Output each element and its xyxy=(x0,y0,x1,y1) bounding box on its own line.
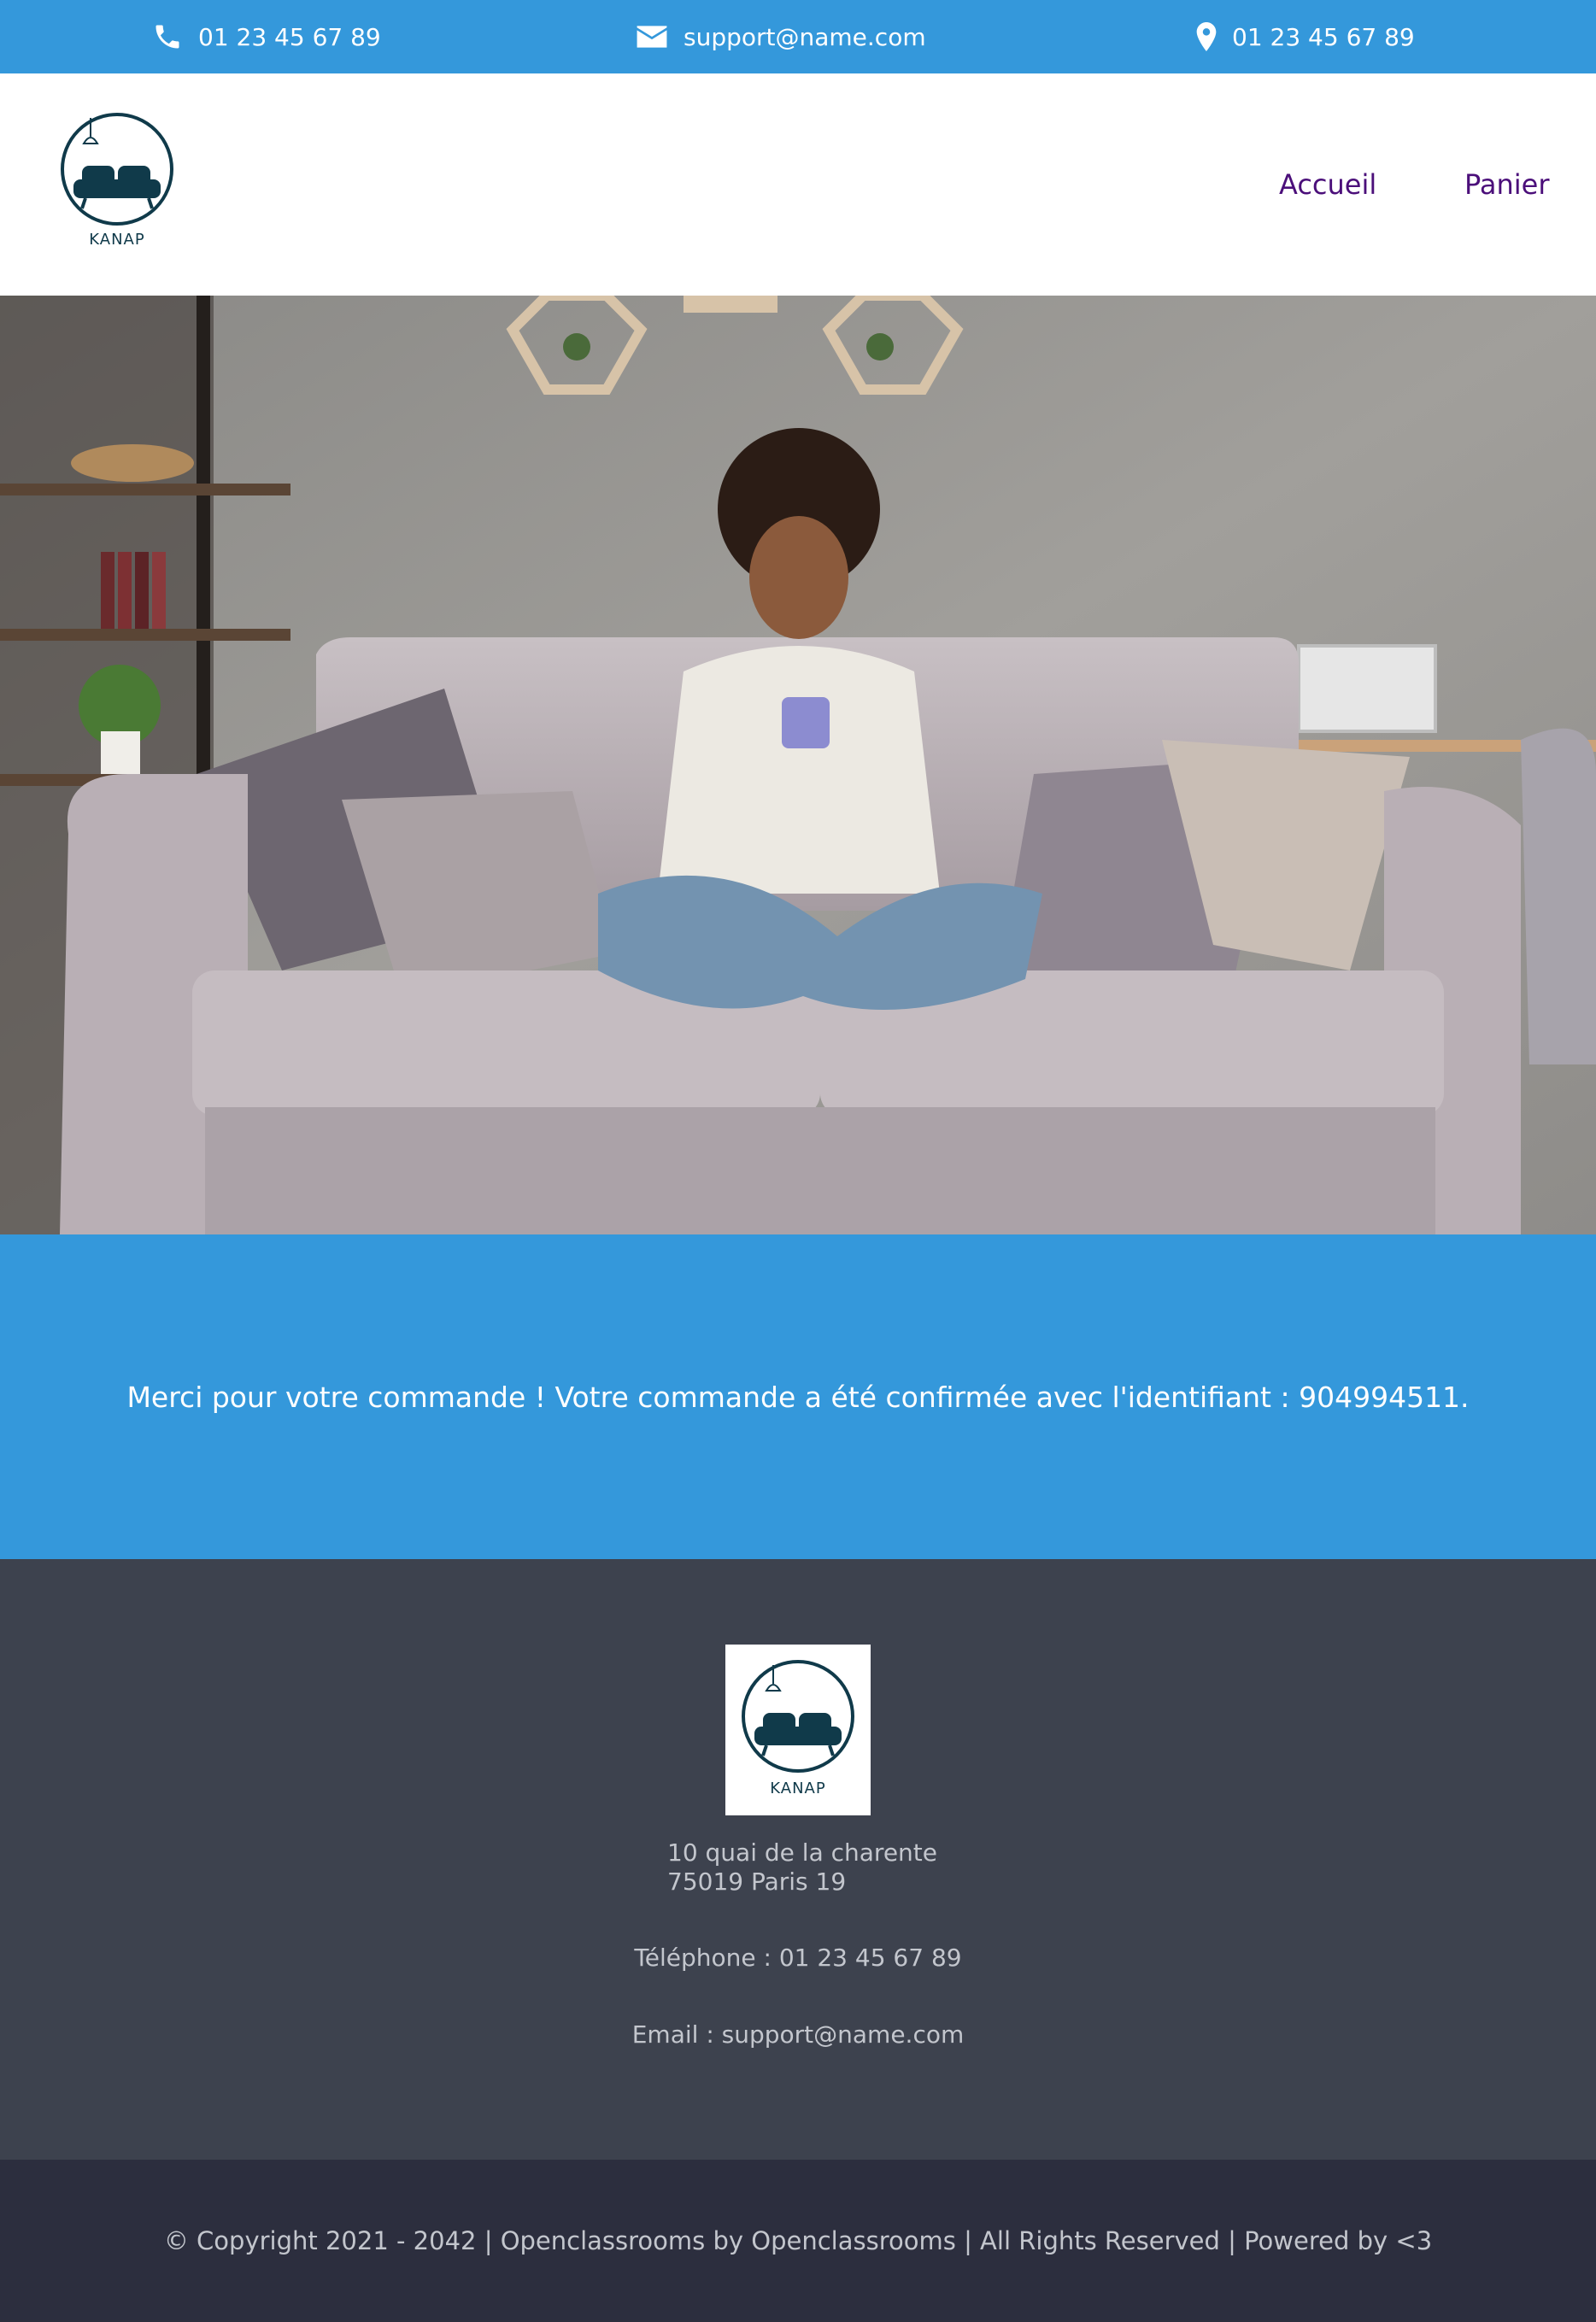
map-pin-icon xyxy=(1196,22,1217,51)
site-header: KANAP Accueil Panier xyxy=(0,73,1596,296)
envelope-icon xyxy=(636,24,668,50)
hero-image xyxy=(0,296,1596,1234)
contact-bar: 01 23 45 67 89 support@name.com 01 23 45… xyxy=(0,0,1596,73)
contact-phone-text: 01 23 45 67 89 xyxy=(198,22,381,51)
footer-logo[interactable]: KANAP xyxy=(725,1645,871,1815)
kanap-logo[interactable]: KANAP xyxy=(56,111,178,249)
contact-phone[interactable]: 01 23 45 67 89 xyxy=(152,0,381,73)
contact-address-text: 01 23 45 67 89 xyxy=(1232,22,1415,51)
footer-logo-text: KANAP xyxy=(770,1780,826,1797)
nav-panier[interactable]: Panier xyxy=(1464,73,1549,296)
phone-icon xyxy=(152,21,183,52)
sofa-logo-icon xyxy=(61,113,173,226)
hero-photo xyxy=(0,296,1596,1234)
contact-email-text: support@name.com xyxy=(684,22,926,51)
order-confirmation: Merci pour votre commande ! Votre comman… xyxy=(0,1234,1596,1559)
site-footer: KANAP 10 quai de la charente 75019 Paris… xyxy=(0,1559,1596,2160)
footer-address-line2: 75019 Paris 19 xyxy=(667,1868,847,1896)
confirmation-message: Merci pour votre commande ! Votre comman… xyxy=(126,1380,1470,1414)
logo-text: KANAP xyxy=(89,231,145,249)
contact-address[interactable]: 01 23 45 67 89 xyxy=(1196,0,1415,73)
copyright-bar: © Copyright 2021 - 2042 | Openclassrooms… xyxy=(0,2160,1596,2322)
nav-accueil[interactable]: Accueil xyxy=(1279,73,1376,296)
footer-phone[interactable]: Téléphone : 01 23 45 67 89 xyxy=(0,1944,1596,1972)
footer-email[interactable]: Email : support@name.com xyxy=(0,2020,1596,2049)
contact-email[interactable]: support@name.com xyxy=(636,0,926,73)
copyright-text: © Copyright 2021 - 2042 | Openclassrooms… xyxy=(163,2226,1433,2255)
footer-address-line1: 10 quai de la charente xyxy=(667,1838,937,1867)
